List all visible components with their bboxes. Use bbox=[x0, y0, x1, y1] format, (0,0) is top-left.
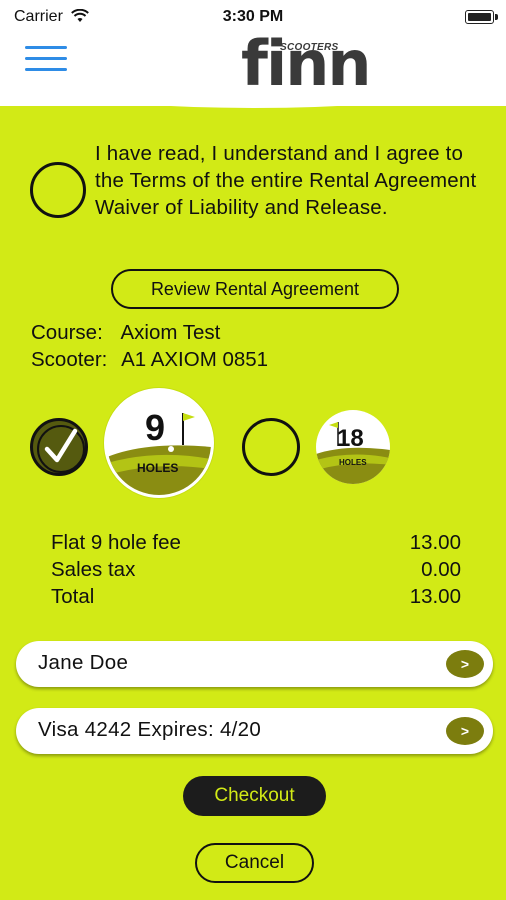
fee-amount: 13.00 bbox=[409, 531, 461, 554]
payment-card: Visa 4242 Expires: 4/20 bbox=[38, 718, 262, 741]
fee-row: Flat 9 hole fee 13.00 bbox=[51, 531, 461, 558]
scooter-value: A1 AXIOM 0851 bbox=[121, 348, 269, 371]
fee-amount: 13.00 bbox=[409, 585, 461, 608]
nine-holes-badge[interactable]: 9 HOLES bbox=[104, 388, 214, 498]
cancel-button[interactable]: Cancel bbox=[195, 843, 314, 883]
fee-summary: Flat 9 hole fee 13.00 Sales tax 0.00 Tot… bbox=[51, 531, 461, 612]
course-label: Course: bbox=[31, 321, 103, 344]
logo-wordmark: finn bbox=[241, 27, 372, 100]
chevron-right-icon[interactable]: > bbox=[446, 650, 484, 678]
customer-name: Jane Doe bbox=[38, 651, 129, 674]
agreement-text: I have read, I understand and I agree to… bbox=[95, 142, 477, 219]
fee-amount: 0.00 bbox=[421, 558, 461, 581]
fee-label: Flat 9 hole fee bbox=[51, 531, 181, 554]
review-rental-agreement-button[interactable]: Review Rental Agreement bbox=[111, 269, 399, 309]
customer-name-field[interactable]: Jane Doe > bbox=[16, 641, 493, 687]
checkout-button[interactable]: Checkout bbox=[183, 776, 326, 816]
fee-label: Sales tax bbox=[51, 558, 136, 581]
fee-row: Total 13.00 bbox=[51, 585, 461, 612]
agree-radio-button[interactable] bbox=[30, 162, 86, 218]
nine-holes-radio-checked[interactable] bbox=[30, 418, 88, 476]
eighteen-holes-label: HOLES bbox=[339, 458, 367, 467]
logo-subtext: SCOOTERS bbox=[280, 42, 339, 53]
fee-row: Sales tax 0.00 bbox=[51, 558, 461, 585]
hamburger-menu-icon[interactable] bbox=[25, 46, 67, 78]
fee-label: Total bbox=[51, 585, 95, 608]
clock-time: 3:30 PM bbox=[222, 8, 284, 25]
course-info: Course: Axiom Test bbox=[31, 321, 220, 345]
course-value: Axiom Test bbox=[120, 321, 221, 344]
battery-icon bbox=[465, 10, 498, 24]
finn-scooters-logo: finn SCOOTERS bbox=[236, 28, 372, 100]
scooter-label: Scooter: bbox=[31, 348, 108, 371]
eighteen-holes-radio-button[interactable] bbox=[242, 418, 300, 476]
hole-selection: 9 HOLES 18 HOLES bbox=[0, 388, 506, 508]
eighteen-holes-number: 18 bbox=[337, 425, 364, 452]
nine-holes-number: 9 bbox=[145, 407, 166, 448]
nav-bar: finn SCOOTERS bbox=[0, 28, 506, 106]
status-bar: Carrier 3:30 PM bbox=[0, 0, 506, 36]
nine-holes-label: HOLES bbox=[137, 461, 179, 475]
checkmark-icon bbox=[44, 428, 78, 463]
eighteen-holes-badge[interactable]: 18 HOLES bbox=[316, 410, 390, 484]
chevron-right-icon[interactable]: > bbox=[446, 717, 484, 745]
scooter-info: Scooter: A1 AXIOM 0851 bbox=[31, 348, 268, 372]
payment-card-field[interactable]: Visa 4242 Expires: 4/20 > bbox=[16, 708, 493, 754]
